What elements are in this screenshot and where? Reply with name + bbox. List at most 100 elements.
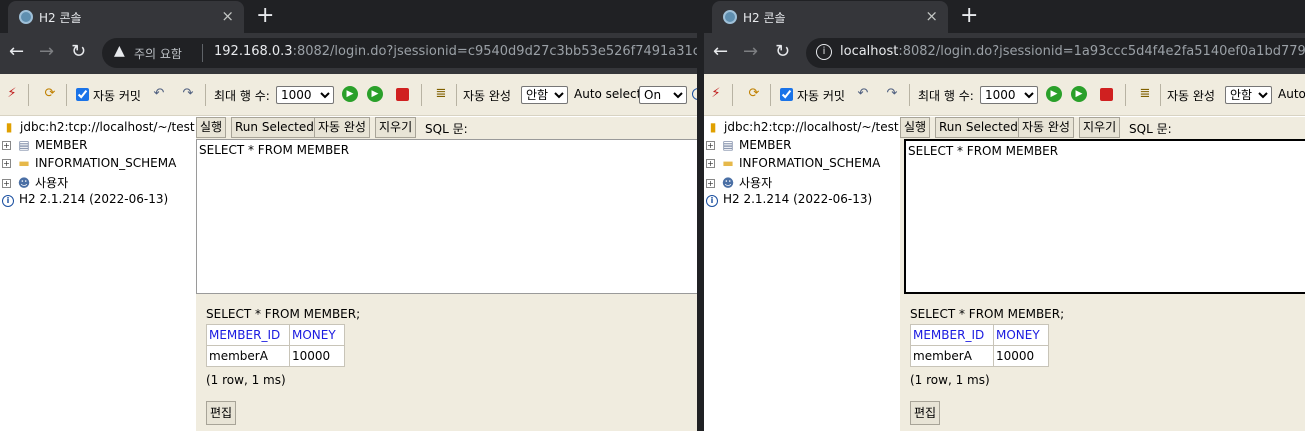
auto-complete-select[interactable]: 안함 bbox=[521, 86, 568, 104]
tab-close-icon[interactable]: × bbox=[221, 7, 234, 25]
site-info-icon[interactable]: i bbox=[816, 44, 832, 60]
max-rows-label: 최대 행 수: bbox=[918, 89, 974, 103]
column-header[interactable]: MONEY bbox=[993, 324, 1049, 346]
reload-icon[interactable]: ↻ bbox=[71, 42, 86, 62]
auto-complete-button[interactable]: 자동 완성 bbox=[314, 117, 370, 138]
auto-complete-button[interactable]: 자동 완성 bbox=[1018, 117, 1074, 138]
browser-tab[interactable]: H2 콘솔 × bbox=[8, 1, 244, 33]
clear-button[interactable]: 지우기 bbox=[1079, 117, 1121, 138]
run-selected-icon[interactable]: ▶ bbox=[367, 86, 383, 102]
back-arrow-icon[interactable]: ← bbox=[713, 42, 728, 62]
url-text[interactable]: localhost:8082/login.do?jsessionid=1a93c… bbox=[840, 44, 1305, 59]
run-button[interactable]: 실행 bbox=[196, 117, 227, 138]
stop-icon[interactable] bbox=[396, 88, 409, 101]
rollback-icon[interactable]: ↶ bbox=[855, 86, 871, 102]
expand-icon[interactable]: + bbox=[706, 179, 715, 188]
tab-close-icon[interactable]: × bbox=[925, 7, 938, 25]
url-host: 192.168.0.3 bbox=[214, 44, 293, 59]
tree-version: i H2 2.1.214 (2022-06-13) bbox=[2, 192, 168, 207]
forward-arrow-icon[interactable]: → bbox=[743, 42, 758, 62]
edit-button[interactable]: 편집 bbox=[206, 401, 237, 425]
database-icon: ▮ bbox=[709, 120, 717, 134]
commit-icon[interactable]: ↷ bbox=[180, 86, 196, 102]
result-table: MEMBER_ID MONEY memberA 10000 bbox=[206, 324, 345, 367]
expand-icon[interactable]: + bbox=[2, 141, 11, 150]
address-bar[interactable]: ▲ 주의 요함 192.168.0.3:8082/login.do?jsessi… bbox=[102, 38, 697, 68]
history-icon[interactable]: ≣ bbox=[1137, 86, 1153, 102]
edit-button[interactable]: 편집 bbox=[910, 401, 941, 425]
url-text[interactable]: 192.168.0.3:8082/login.do?jsessionid=c95… bbox=[214, 44, 697, 59]
warning-triangle-icon[interactable]: ▲ bbox=[114, 43, 125, 59]
reload-icon[interactable]: ↻ bbox=[775, 42, 790, 62]
sql-editor[interactable]: SELECT * FROM MEMBER bbox=[196, 139, 697, 294]
disconnect-icon[interactable]: ⚡ bbox=[708, 86, 724, 102]
tree-item-information-schema[interactable]: + ▬ INFORMATION_SCHEMA bbox=[706, 156, 880, 170]
run-icon[interactable]: ▶ bbox=[342, 86, 358, 102]
security-warning-label[interactable]: 주의 요함 bbox=[134, 45, 182, 62]
object-tree: ▮ jdbc:h2:tcp://localhost/~/test + ▤ MEMBER… bbox=[704, 117, 900, 431]
tree-item-information-schema[interactable]: + ▬ INFORMATION_SCHEMA bbox=[2, 156, 176, 170]
expand-icon[interactable]: + bbox=[2, 159, 11, 168]
row-count: (1 row, 1 ms) bbox=[206, 373, 286, 387]
tab-title: H2 콘솔 bbox=[743, 11, 786, 25]
table-header-row: MEMBER_ID MONEY bbox=[910, 324, 1049, 346]
tree-connection[interactable]: ▮ jdbc:h2:tcp://localhost/~/test bbox=[706, 120, 899, 134]
tree-item-member[interactable]: + ▤ MEMBER bbox=[706, 138, 791, 152]
column-header[interactable]: MEMBER_ID bbox=[206, 324, 290, 346]
disconnect-icon[interactable]: ⚡ bbox=[4, 86, 20, 102]
new-tab-button[interactable]: + bbox=[960, 3, 978, 28]
auto-select-label: Auto bbox=[1278, 87, 1305, 101]
toolbar-divider bbox=[1125, 84, 1126, 106]
version-label: H2 2.1.214 (2022-06-13) bbox=[723, 192, 873, 206]
clear-button[interactable]: 지우기 bbox=[375, 117, 417, 138]
stop-icon[interactable] bbox=[1100, 88, 1113, 101]
max-rows-select[interactable]: 1000 bbox=[980, 86, 1038, 104]
address-bar[interactable]: i localhost:8082/login.do?jsessionid=1a9… bbox=[806, 38, 1305, 68]
tree-item-users[interactable]: + ☻ 사용자 bbox=[2, 174, 68, 191]
history-icon[interactable]: ≣ bbox=[433, 86, 449, 102]
window-separator bbox=[697, 0, 704, 431]
sql-editor[interactable]: SELECT * FROM MEMBER bbox=[904, 139, 1305, 294]
database-icon: ▮ bbox=[5, 120, 13, 134]
tree-item-users[interactable]: + ☻ 사용자 bbox=[706, 174, 772, 191]
info-icon: i bbox=[706, 195, 718, 207]
toolbar-divider bbox=[421, 84, 422, 106]
tree-item-label: INFORMATION_SCHEMA bbox=[739, 156, 881, 170]
address-divider bbox=[202, 44, 203, 62]
refresh-icon[interactable]: ⟳ bbox=[746, 86, 762, 102]
auto-commit-checkbox[interactable] bbox=[780, 88, 793, 101]
tree-item-label: 사용자 bbox=[739, 176, 773, 190]
table-row: memberA 10000 bbox=[910, 345, 1049, 367]
run-selected-button[interactable]: Run Selected bbox=[231, 117, 318, 138]
version-label: H2 2.1.214 (2022-06-13) bbox=[19, 192, 169, 206]
column-header[interactable]: MEMBER_ID bbox=[910, 324, 994, 346]
commit-icon[interactable]: ↷ bbox=[884, 86, 900, 102]
back-arrow-icon[interactable]: ← bbox=[9, 42, 24, 62]
auto-complete-label: 자동 완성 bbox=[1167, 89, 1215, 103]
max-rows-select[interactable]: 1000 bbox=[276, 86, 334, 104]
tree-connection[interactable]: ▮ jdbc:h2:tcp://localhost/~/test bbox=[2, 120, 195, 134]
forward-arrow-icon[interactable]: → bbox=[39, 42, 54, 62]
new-tab-button[interactable]: + bbox=[256, 3, 274, 28]
auto-commit-checkbox[interactable] bbox=[76, 88, 89, 101]
toolbar-divider bbox=[1160, 84, 1161, 106]
expand-icon[interactable]: + bbox=[706, 159, 715, 168]
rollback-icon[interactable]: ↶ bbox=[151, 86, 167, 102]
run-selected-button[interactable]: Run Selected bbox=[935, 117, 1022, 138]
table-cell: 10000 bbox=[289, 345, 345, 367]
tree-item-label: INFORMATION_SCHEMA bbox=[35, 156, 177, 170]
refresh-icon[interactable]: ⟳ bbox=[42, 86, 58, 102]
auto-select-select[interactable]: On bbox=[639, 86, 687, 104]
expand-icon[interactable]: + bbox=[2, 179, 11, 188]
query-buttons: 실행 Run Selected 자동 완성 지우기 SQL 문: bbox=[196, 117, 697, 139]
toolbar-divider bbox=[770, 84, 771, 106]
auto-complete-select[interactable]: 안함 bbox=[1225, 86, 1272, 104]
run-selected-icon[interactable]: ▶ bbox=[1071, 86, 1087, 102]
query-panel: 실행 Run Selected 자동 완성 지우기 SQL 문: SELECT … bbox=[900, 117, 1305, 431]
browser-tab[interactable]: H2 콘솔 × bbox=[712, 1, 948, 33]
column-header[interactable]: MONEY bbox=[289, 324, 345, 346]
expand-icon[interactable]: + bbox=[706, 141, 715, 150]
run-button[interactable]: 실행 bbox=[900, 117, 931, 138]
run-icon[interactable]: ▶ bbox=[1046, 86, 1062, 102]
tree-item-member[interactable]: + ▤ MEMBER bbox=[2, 138, 87, 152]
